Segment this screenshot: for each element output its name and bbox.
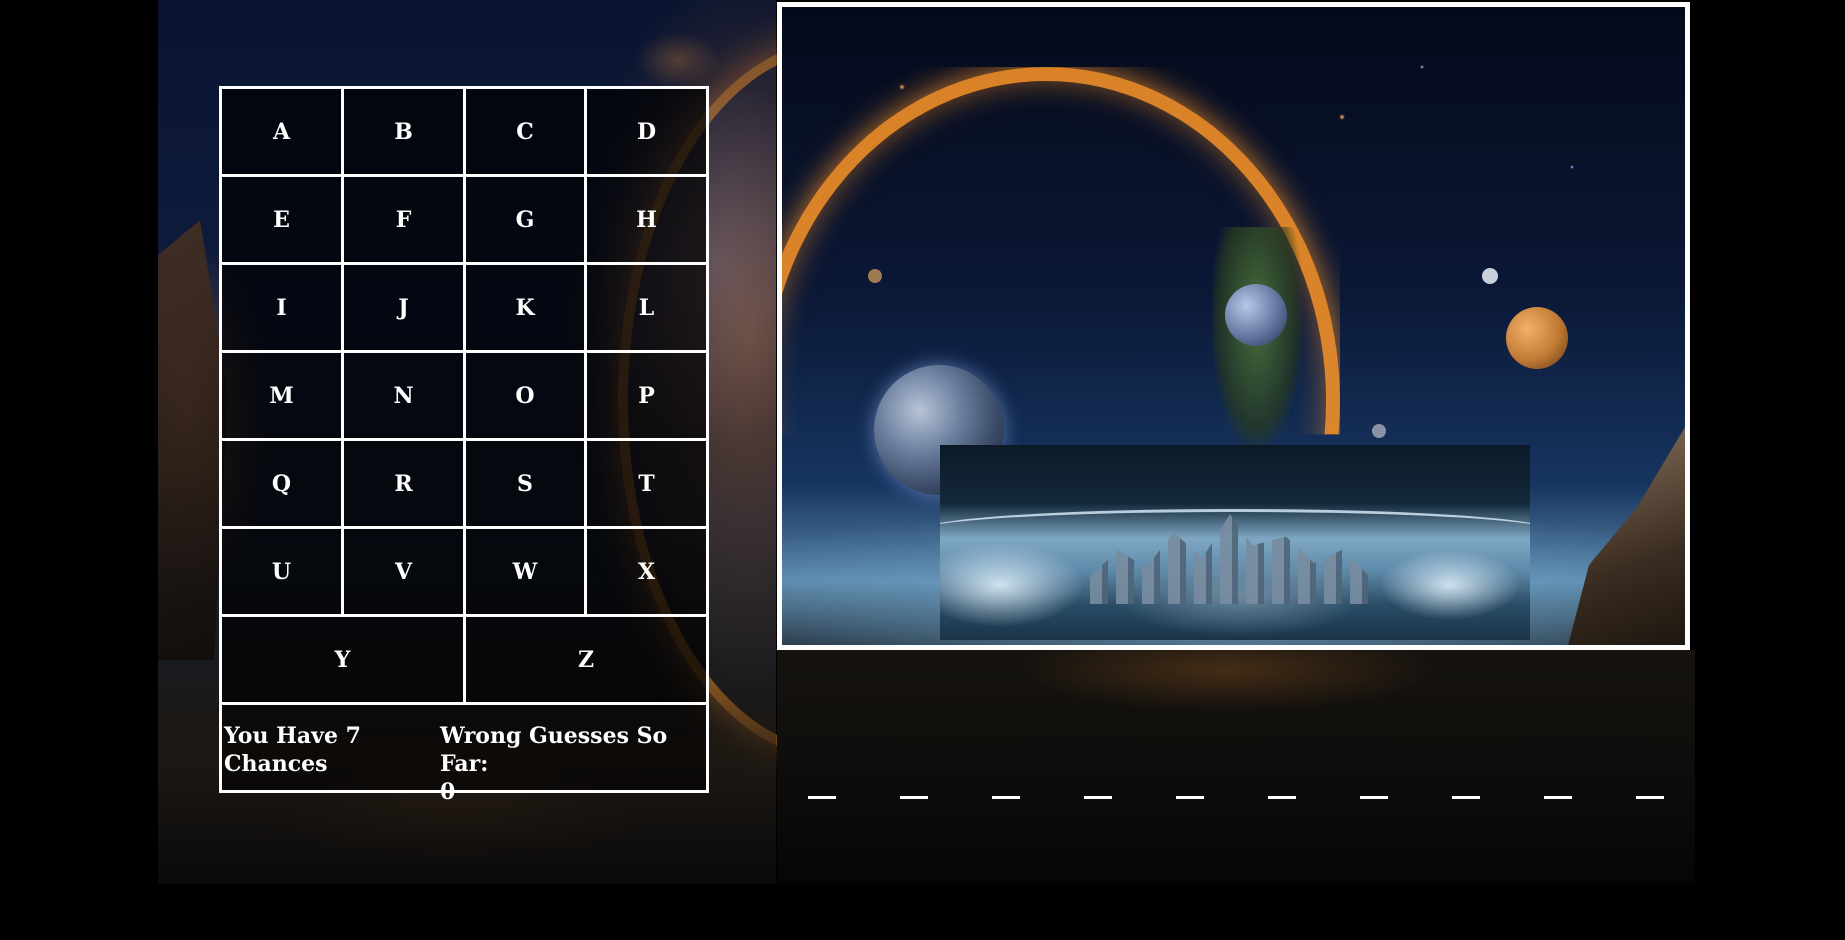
wrong-guesses: Wrong Guesses So Far: 0: [440, 722, 702, 806]
letter-key-q[interactable]: Q: [222, 441, 344, 529]
letter-key-t[interactable]: T: [587, 441, 706, 529]
letter-key-u[interactable]: U: [222, 529, 344, 617]
planet-orange: [1506, 307, 1568, 369]
letter-key-i[interactable]: I: [222, 265, 344, 353]
planet-small-blue: [1225, 284, 1287, 346]
letter-blank: [1084, 796, 1112, 799]
letter-blank: [1544, 796, 1572, 799]
moon: [1482, 268, 1498, 284]
letter-key-k[interactable]: K: [466, 265, 587, 353]
letter-blank: [1268, 796, 1296, 799]
letter-blank: [900, 796, 928, 799]
rock-formation: [1565, 427, 1685, 645]
moon: [1372, 424, 1386, 438]
letter-blank: [1636, 796, 1664, 799]
letter-key-a[interactable]: A: [222, 89, 344, 177]
letter-keyboard: A B C D E F G H I J K L M N O P Q R S T …: [219, 86, 709, 805]
letter-key-l[interactable]: L: [587, 265, 706, 353]
letter-key-b[interactable]: B: [344, 89, 466, 177]
letter-key-v[interactable]: V: [344, 529, 466, 617]
letter-key-w[interactable]: W: [466, 529, 587, 617]
letter-key-n[interactable]: N: [344, 353, 466, 441]
hangman-stage-image: [940, 445, 1530, 640]
chances-remaining: You Have 7 Chances: [224, 723, 361, 777]
letter-blank: [1452, 796, 1480, 799]
letter-key-m[interactable]: M: [222, 353, 344, 441]
letter-key-s[interactable]: S: [466, 441, 587, 529]
letter-key-y[interactable]: Y: [222, 617, 466, 705]
letter-key-h[interactable]: H: [587, 177, 706, 265]
moon: [868, 269, 882, 283]
letter-key-d[interactable]: D: [587, 89, 706, 177]
letter-key-j[interactable]: J: [344, 265, 466, 353]
word-area-background: [777, 650, 1695, 884]
letter-key-g[interactable]: G: [466, 177, 587, 265]
cliff-rock: [158, 220, 228, 660]
letter-key-c[interactable]: C: [466, 89, 587, 177]
letter-key-f[interactable]: F: [344, 177, 466, 265]
letter-key-o[interactable]: O: [466, 353, 587, 441]
wrong-guesses-label: Wrong Guesses So Far:: [440, 723, 668, 777]
letter-blank: [808, 796, 836, 799]
letter-key-r[interactable]: R: [344, 441, 466, 529]
letter-key-z[interactable]: Z: [466, 617, 706, 705]
letter-blank: [1360, 796, 1388, 799]
letter-key-x[interactable]: X: [587, 529, 706, 617]
letter-key-p[interactable]: P: [587, 353, 706, 441]
wrong-guesses-count: 0: [440, 779, 456, 805]
letter-blank: [992, 796, 1020, 799]
letter-blank: [1176, 796, 1204, 799]
letter-key-e[interactable]: E: [222, 177, 344, 265]
